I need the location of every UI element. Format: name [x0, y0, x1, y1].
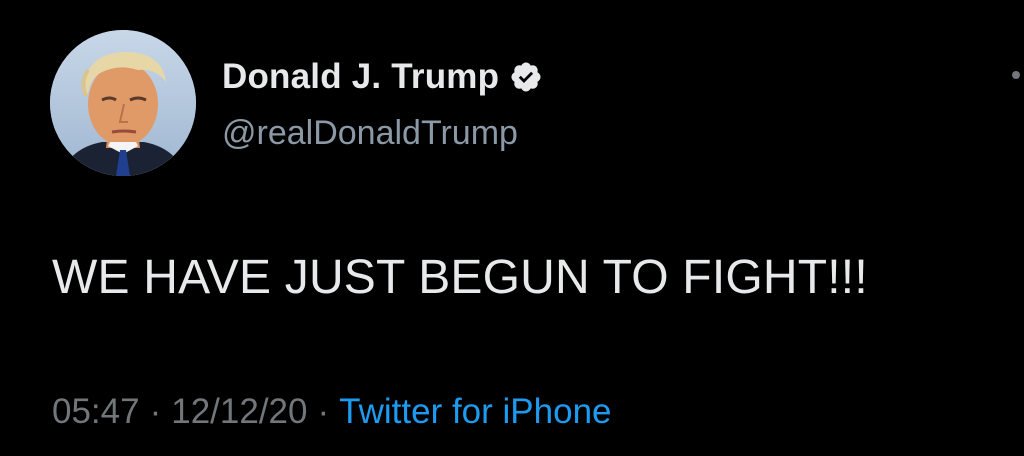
verified-badge-icon: [509, 60, 543, 94]
profile-photo-icon: [50, 30, 196, 176]
author-name-row: Donald J. Trump: [222, 56, 543, 98]
user-handle[interactable]: @realDonaldTrump: [222, 114, 518, 153]
tweet-meta: 05:47 · 12/12/20 · Twitter for iPhone: [52, 392, 612, 432]
tweet-source-link[interactable]: Twitter for iPhone: [339, 392, 611, 432]
tweet-time[interactable]: 05:47: [52, 392, 140, 432]
tweet-text: WE HAVE JUST BEGUN TO FIGHT!!!: [52, 251, 868, 304]
more-options-icon[interactable]: [1012, 71, 1020, 79]
avatar[interactable]: [50, 30, 196, 176]
meta-separator: ·: [317, 392, 330, 431]
meta-separator: ·: [149, 392, 162, 431]
display-name[interactable]: Donald J. Trump: [222, 57, 499, 97]
tweet-date[interactable]: 12/12/20: [171, 392, 307, 432]
tweet-card: Donald J. Trump @realDonaldTrump WE HAVE…: [0, 0, 1024, 456]
